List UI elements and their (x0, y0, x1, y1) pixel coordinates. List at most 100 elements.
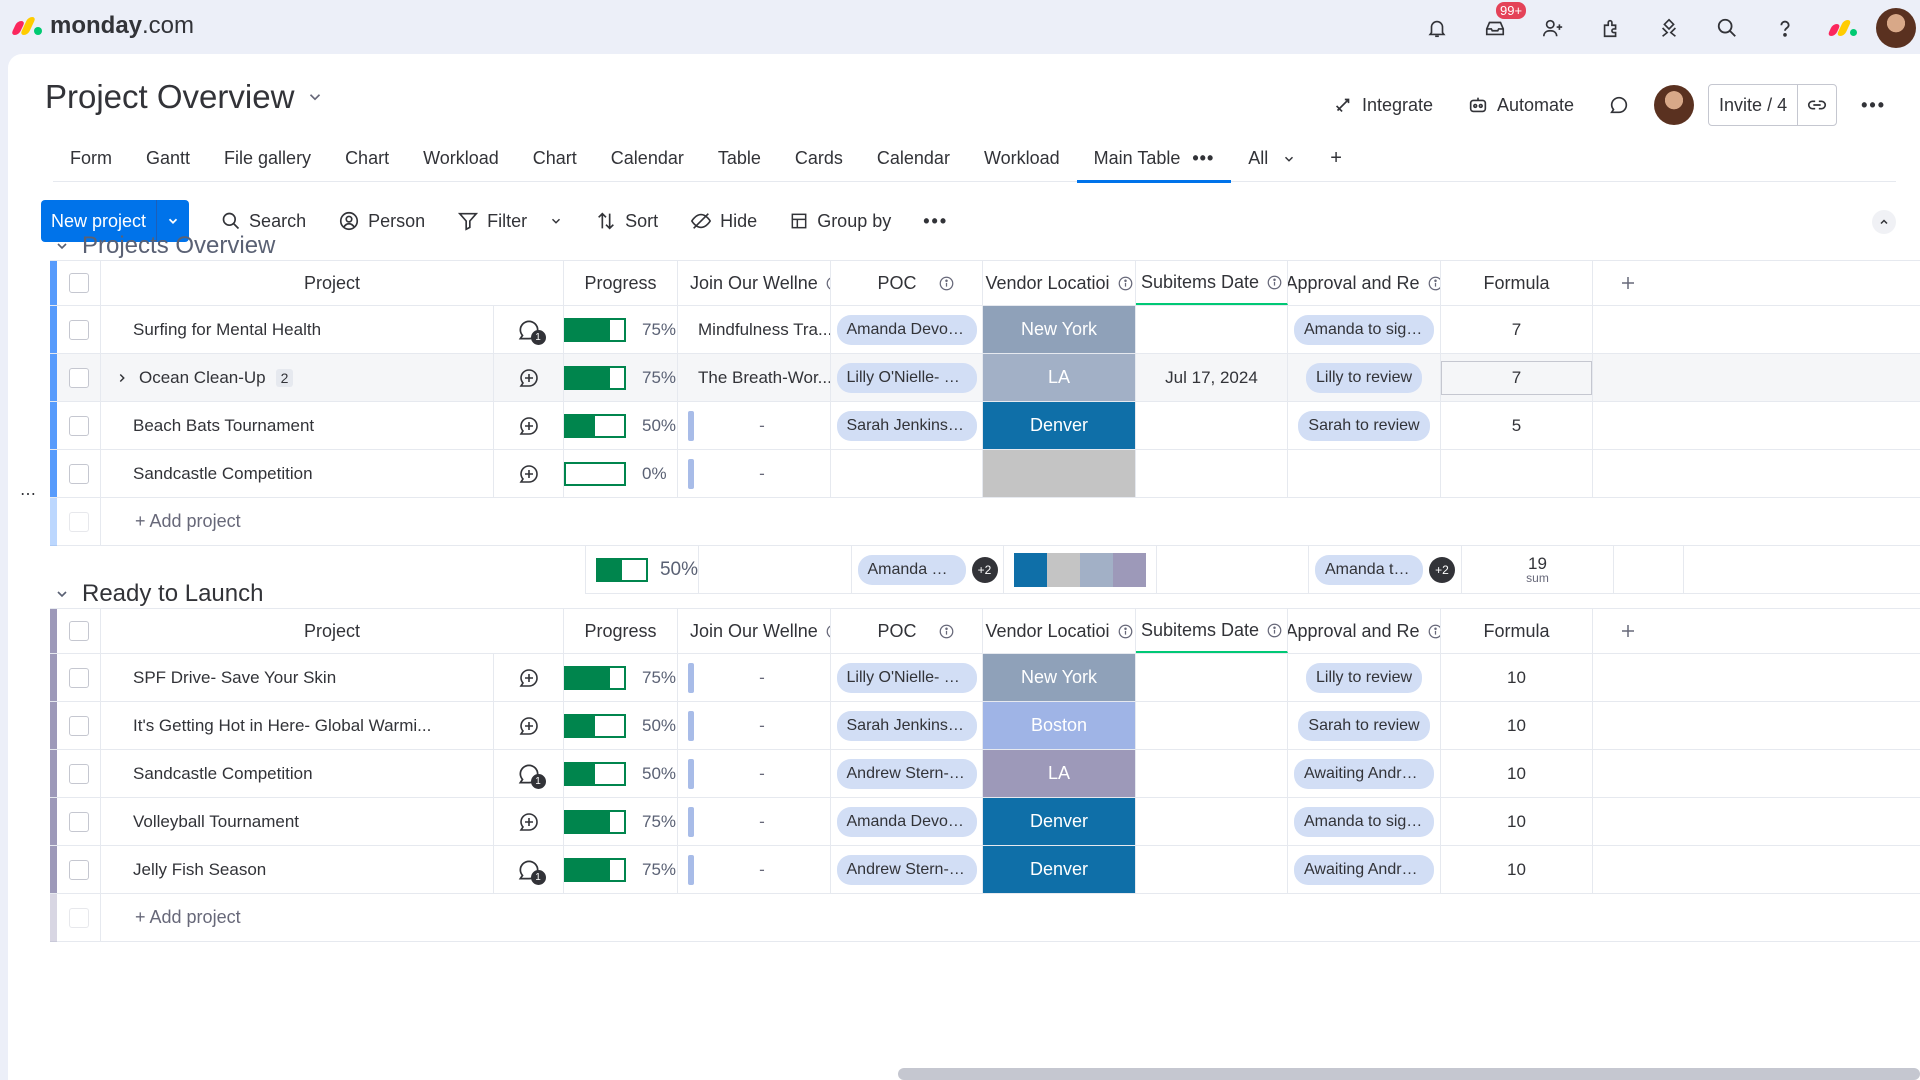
approval-cell[interactable] (1288, 450, 1441, 497)
add-item-row[interactable]: + Add project (50, 497, 1920, 546)
add-project-label[interactable]: + Add project (135, 907, 241, 928)
formula-cell[interactable]: 10 (1441, 750, 1593, 797)
approval-chip[interactable]: Awaiting Andrew'... (1294, 854, 1434, 885)
tab-cards[interactable]: Cards (778, 136, 860, 182)
poc-cell[interactable]: Amanda Devons- ... (831, 306, 983, 353)
info-icon[interactable] (1428, 276, 1440, 291)
add-update-icon[interactable] (517, 414, 541, 438)
join-cell[interactable]: - (678, 846, 831, 893)
project-name[interactable]: Beach Bats Tournament (133, 416, 314, 436)
column-header-vendor[interactable]: Vendor Locatioi (983, 261, 1136, 305)
formula-cell[interactable]: 10 (1441, 702, 1593, 749)
group-by-button[interactable]: Group by (775, 200, 905, 242)
column-header-join[interactable]: Join Our Wellne (678, 261, 831, 305)
poc-cell[interactable] (831, 450, 983, 497)
column-header-vendor[interactable]: Vendor Locatioi (983, 609, 1136, 653)
updates-cell[interactable] (494, 798, 564, 845)
column-header-formula[interactable]: Formula (1441, 261, 1593, 305)
vendor-location-cell[interactable]: Denver (983, 846, 1136, 893)
tab-workload[interactable]: Workload (967, 136, 1077, 182)
project-name[interactable]: Sandcastle Competition (133, 464, 313, 484)
column-header-subitems-date[interactable]: Subitems Date (1136, 609, 1288, 653)
updates-cell[interactable] (494, 402, 564, 449)
views-dropdown[interactable]: All (1231, 136, 1313, 182)
updates-cell[interactable]: 1 (494, 846, 564, 893)
join-value[interactable]: - (694, 812, 830, 832)
add-update-icon[interactable] (517, 462, 541, 486)
tab-chart[interactable]: Chart (328, 136, 406, 182)
poc-chip[interactable]: Lilly O'Nielle- HR (836, 662, 977, 693)
project-name[interactable]: Ocean Clean-Up (139, 368, 266, 388)
column-header-poc[interactable]: POC (831, 609, 983, 653)
vendor-location-cell[interactable]: Denver (983, 798, 1136, 845)
subitems-date-cell[interactable] (1136, 846, 1288, 893)
select-all-checkbox[interactable] (57, 261, 101, 305)
chevron-down-icon[interactable] (54, 238, 70, 254)
help-icon[interactable] (1756, 8, 1814, 48)
chevron-down-icon[interactable] (54, 586, 70, 602)
column-header-approval[interactable]: Approval and Re (1288, 609, 1441, 653)
formula-cell[interactable]: 10 (1441, 654, 1593, 701)
formula-cell[interactable]: 10 (1441, 798, 1593, 845)
project-cell[interactable]: Sandcastle Competition (101, 750, 494, 797)
updates-button[interactable] (1598, 85, 1640, 125)
poc-chip[interactable]: Amanda Devons- ... (836, 806, 977, 837)
subitems-date-cell[interactable] (1136, 798, 1288, 845)
approval-cell[interactable]: Sarah to review (1288, 702, 1441, 749)
info-icon[interactable] (1267, 275, 1282, 290)
collapse-header-icon[interactable] (1872, 210, 1896, 234)
add-view-button[interactable]: + (1313, 136, 1359, 182)
project-cell[interactable]: SPF Drive- Save Your Skin (101, 654, 494, 701)
add-update-icon[interactable] (517, 810, 541, 834)
add-update-icon[interactable] (517, 366, 541, 390)
column-header-subitems-date[interactable]: Subitems Date (1136, 261, 1288, 305)
column-header-project[interactable]: Project (101, 609, 564, 653)
vendor-location-cell[interactable]: LA (983, 354, 1136, 401)
info-icon[interactable] (939, 276, 954, 291)
add-column-button[interactable] (1593, 609, 1663, 653)
add-project-label[interactable]: + Add project (135, 511, 241, 532)
project-name[interactable]: SPF Drive- Save Your Skin (133, 668, 336, 688)
add-column-button[interactable] (1593, 261, 1663, 305)
tab-file-gallery[interactable]: File gallery (207, 136, 328, 182)
project-name[interactable]: Sandcastle Competition (133, 764, 313, 784)
group-title[interactable]: Projects Overview (82, 232, 275, 260)
vendor-location-cell[interactable]: Denver (983, 402, 1136, 449)
table-row[interactable]: Ocean Clean-Up 2 75% The Breath-Wor... Lilly… (50, 354, 1920, 402)
poc-cell[interactable]: Amanda Devons- ... (831, 798, 983, 845)
approval-cell[interactable]: Amanda to sign off (1288, 798, 1441, 845)
poc-cell[interactable]: Sarah Jenkins- M... (831, 702, 983, 749)
table-row[interactable]: Jelly Fish Season 1 75% - Andrew Stern- Fi..… (50, 846, 1920, 894)
column-header-progress[interactable]: Progress (564, 609, 678, 653)
column-header-poc[interactable]: POC (831, 261, 983, 305)
updates-cell[interactable]: 1 (494, 306, 564, 353)
project-cell[interactable]: Beach Bats Tournament (101, 402, 494, 449)
join-cell[interactable]: The Breath-Wor... (678, 354, 831, 401)
more-options-icon[interactable]: ••• (1851, 85, 1896, 125)
join-value[interactable]: - (694, 764, 830, 784)
apps-icon[interactable] (1582, 8, 1640, 48)
invite-button[interactable]: Invite / 4 (1708, 84, 1838, 126)
join-value[interactable]: - (694, 464, 830, 484)
project-cell[interactable]: Surfing for Mental Health (101, 306, 494, 353)
updates-cell[interactable]: 1 (494, 750, 564, 797)
info-icon[interactable] (1118, 624, 1133, 639)
poc-cell[interactable]: Andrew Stern- Fi... (831, 750, 983, 797)
subitem-count[interactable]: 2 (275, 368, 294, 387)
subitems-date-cell[interactable] (1136, 702, 1288, 749)
row-checkbox[interactable] (57, 402, 101, 449)
table-row[interactable]: It's Getting Hot in Here- Global Warmi..… (50, 702, 1920, 750)
approval-cell[interactable]: Sarah to review (1288, 402, 1441, 449)
approval-chip[interactable]: Lilly to review (1305, 662, 1423, 693)
join-value[interactable]: Mindfulness Tra... (698, 320, 830, 340)
join-cell[interactable]: - (678, 654, 831, 701)
summary-vendor-distribution[interactable] (1004, 546, 1157, 593)
page-title[interactable]: Project Overview (45, 78, 294, 116)
tab-calendar[interactable]: Calendar (860, 136, 967, 182)
project-cell[interactable]: It's Getting Hot in Here- Global Warmi..… (101, 702, 494, 749)
tab-more-icon[interactable]: ••• (1192, 148, 1214, 169)
subitems-date-cell[interactable]: Jul 17, 2024 (1136, 354, 1288, 401)
poc-chip[interactable]: Andrew Stern- Fi... (836, 854, 977, 885)
project-cell[interactable]: Jelly Fish Season (101, 846, 494, 893)
automate-button[interactable]: Automate (1457, 85, 1584, 125)
